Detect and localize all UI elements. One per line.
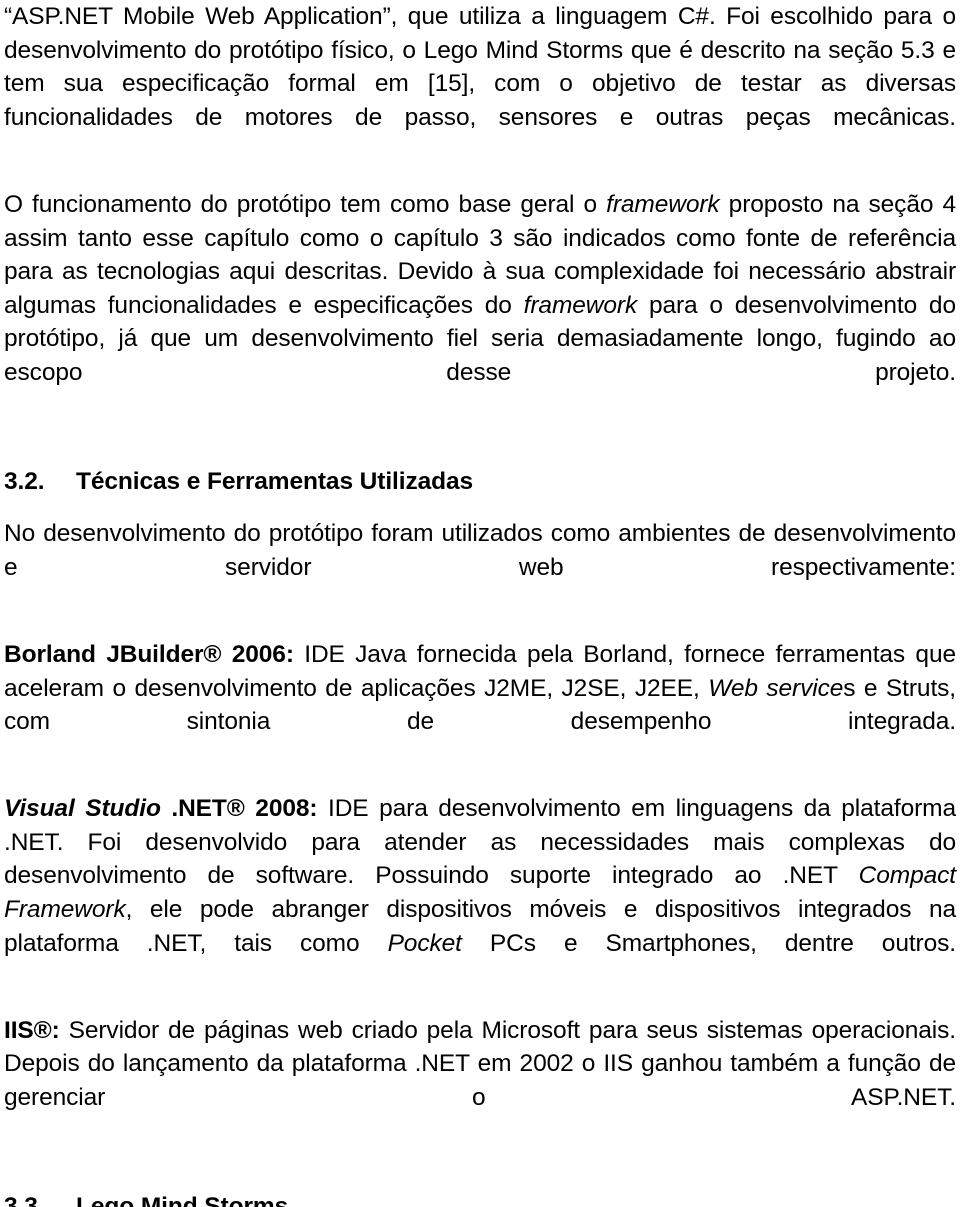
paragraph-visual-studio: Visual Studio .NET® 2008: IDE para desen… [4, 792, 956, 994]
term-dotnet-2008: .NET® 2008: [160, 795, 318, 823]
emphasis-framework-2: framework [523, 291, 638, 319]
term-iis: IIS®: [4, 1016, 60, 1044]
text-run: O funcionamento do protótipo tem como ba… [4, 190, 607, 218]
term-borland-jbuilder: Borland JBuilder® 2006: [4, 640, 294, 668]
heading-title: Técnicas e Ferramentas Utilizadas [76, 468, 474, 496]
paragraph-borland-jbuilder: Borland JBuilder® 2006: IDE Java forneci… [4, 638, 956, 772]
paragraph-iis: IIS®: Servidor de páginas web criado pel… [4, 1014, 956, 1148]
heading-title: Lego Mind Storms [76, 1193, 289, 1207]
paragraph-ambientes-desenvolvimento: No desenvolvimento do protótipo foram ut… [4, 520, 956, 581]
heading-number: 3.3. [4, 1193, 45, 1207]
text-run: Servidor de páginas web criado pela Micr… [4, 1016, 956, 1112]
emphasis-web-services: Web service [708, 674, 844, 702]
document-page: “ASP.NET Mobile Web Application”, que ut… [0, 0, 960, 1207]
emphasis-framework-1: framework [606, 190, 720, 218]
heading-3-2: 3.2. Técnicas e Ferramentas Utilizadas [4, 467, 956, 497]
paragraph-funcionamento-prototipo: O funcionamento do protótipo tem como ba… [4, 188, 956, 423]
heading-number: 3.2. [4, 468, 45, 496]
emphasis-pocket: Pocket [387, 929, 462, 957]
heading-spacer [4, 497, 956, 517]
term-visual-studio: Visual Studio [4, 795, 161, 823]
text-run: PCs e Smartphones, dentre outros. [461, 929, 956, 957]
heading-3-3: 3.3. Lego Mind Storms [4, 1192, 956, 1207]
paragraph-asp-net-mobile: “ASP.NET Mobile Web Application”, que ut… [4, 3, 956, 131]
